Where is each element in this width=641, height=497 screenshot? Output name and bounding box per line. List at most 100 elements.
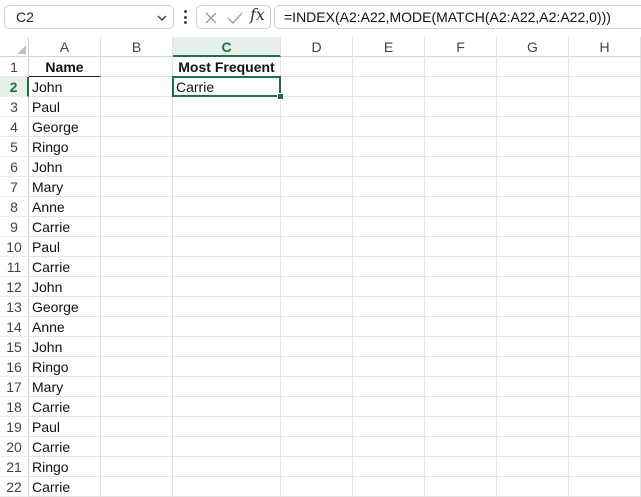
cell-d14[interactable] xyxy=(281,317,353,337)
cell-d15[interactable] xyxy=(281,337,353,357)
cell-b9[interactable] xyxy=(101,217,173,237)
cell-a5[interactable]: Ringo xyxy=(29,137,101,157)
cell-c4[interactable] xyxy=(173,117,281,137)
cell-d4[interactable] xyxy=(281,117,353,137)
cell-b8[interactable] xyxy=(101,197,173,217)
row-header-20[interactable]: 20 xyxy=(0,437,29,457)
row-header-3[interactable]: 3 xyxy=(0,97,29,117)
cell-c19[interactable] xyxy=(173,417,281,437)
cell-e2[interactable] xyxy=(353,77,425,97)
row-header-9[interactable]: 9 xyxy=(0,217,29,237)
cell-a16[interactable]: Ringo xyxy=(29,357,101,377)
cell-f22[interactable] xyxy=(425,477,497,497)
cell-f11[interactable] xyxy=(425,257,497,277)
cell-c16[interactable] xyxy=(173,357,281,377)
column-header-h[interactable]: H xyxy=(569,37,641,57)
cell-b19[interactable] xyxy=(101,417,173,437)
cell-b6[interactable] xyxy=(101,157,173,177)
cell-g12[interactable] xyxy=(497,277,569,297)
cell-c6[interactable] xyxy=(173,157,281,177)
row-header-4[interactable]: 4 xyxy=(0,117,29,137)
cell-d19[interactable] xyxy=(281,417,353,437)
cell-b14[interactable] xyxy=(101,317,173,337)
cell-e12[interactable] xyxy=(353,277,425,297)
cell-b21[interactable] xyxy=(101,457,173,477)
cell-h7[interactable] xyxy=(569,177,641,197)
cell-e11[interactable] xyxy=(353,257,425,277)
cell-a15[interactable]: John xyxy=(29,337,101,357)
cell-f16[interactable] xyxy=(425,357,497,377)
cell-h3[interactable] xyxy=(569,97,641,117)
cell-a10[interactable]: Paul xyxy=(29,237,101,257)
cell-g18[interactable] xyxy=(497,397,569,417)
cell-h1[interactable] xyxy=(569,57,641,77)
row-header-15[interactable]: 15 xyxy=(0,337,29,357)
cell-g21[interactable] xyxy=(497,457,569,477)
column-header-e[interactable]: E xyxy=(353,37,425,57)
cell-c13[interactable] xyxy=(173,297,281,317)
cell-d13[interactable] xyxy=(281,297,353,317)
cell-a19[interactable]: Paul xyxy=(29,417,101,437)
cell-b22[interactable] xyxy=(101,477,173,497)
cell-b17[interactable] xyxy=(101,377,173,397)
cell-c10[interactable] xyxy=(173,237,281,257)
row-header-22[interactable]: 22 xyxy=(0,477,29,497)
cell-a13[interactable]: George xyxy=(29,297,101,317)
cell-f3[interactable] xyxy=(425,97,497,117)
cell-g10[interactable] xyxy=(497,237,569,257)
cell-f10[interactable] xyxy=(425,237,497,257)
cell-e21[interactable] xyxy=(353,457,425,477)
row-header-18[interactable]: 18 xyxy=(0,397,29,417)
cell-f4[interactable] xyxy=(425,117,497,137)
cell-g3[interactable] xyxy=(497,97,569,117)
row-header-17[interactable]: 17 xyxy=(0,377,29,397)
column-header-c[interactable]: C xyxy=(173,37,281,57)
cell-c11[interactable] xyxy=(173,257,281,277)
cell-h14[interactable] xyxy=(569,317,641,337)
cell-a7[interactable]: Mary xyxy=(29,177,101,197)
cell-b13[interactable] xyxy=(101,297,173,317)
cell-g20[interactable] xyxy=(497,437,569,457)
cell-e7[interactable] xyxy=(353,177,425,197)
row-header-7[interactable]: 7 xyxy=(0,177,29,197)
row-header-12[interactable]: 12 xyxy=(0,277,29,297)
cell-e4[interactable] xyxy=(353,117,425,137)
cell-b10[interactable] xyxy=(101,237,173,257)
cell-d17[interactable] xyxy=(281,377,353,397)
cell-g16[interactable] xyxy=(497,357,569,377)
cell-b3[interactable] xyxy=(101,97,173,117)
insert-function-icon[interactable]: fx xyxy=(250,5,265,24)
cell-d18[interactable] xyxy=(281,397,353,417)
cell-g1[interactable] xyxy=(497,57,569,77)
cell-f13[interactable] xyxy=(425,297,497,317)
cell-f8[interactable] xyxy=(425,197,497,217)
cell-e6[interactable] xyxy=(353,157,425,177)
cell-b15[interactable] xyxy=(101,337,173,357)
cell-d21[interactable] xyxy=(281,457,353,477)
cell-e19[interactable] xyxy=(353,417,425,437)
cell-g22[interactable] xyxy=(497,477,569,497)
cell-h6[interactable] xyxy=(569,157,641,177)
cell-h20[interactable] xyxy=(569,437,641,457)
cell-c5[interactable] xyxy=(173,137,281,157)
column-header-d[interactable]: D xyxy=(281,37,353,57)
cell-f18[interactable] xyxy=(425,397,497,417)
cell-h17[interactable] xyxy=(569,377,641,397)
row-header-11[interactable]: 11 xyxy=(0,257,29,277)
cell-d8[interactable] xyxy=(281,197,353,217)
enter-check-icon[interactable] xyxy=(226,10,244,26)
cell-f21[interactable] xyxy=(425,457,497,477)
cell-e5[interactable] xyxy=(353,137,425,157)
cell-f19[interactable] xyxy=(425,417,497,437)
cell-a6[interactable]: John xyxy=(29,157,101,177)
cell-h9[interactable] xyxy=(569,217,641,237)
cell-c9[interactable] xyxy=(173,217,281,237)
cell-c3[interactable] xyxy=(173,97,281,117)
cell-b16[interactable] xyxy=(101,357,173,377)
cell-b2[interactable] xyxy=(101,77,173,97)
cell-h16[interactable] xyxy=(569,357,641,377)
cell-a3[interactable]: Paul xyxy=(29,97,101,117)
chevron-down-icon[interactable] xyxy=(156,13,168,23)
cell-f5[interactable] xyxy=(425,137,497,157)
cell-c17[interactable] xyxy=(173,377,281,397)
